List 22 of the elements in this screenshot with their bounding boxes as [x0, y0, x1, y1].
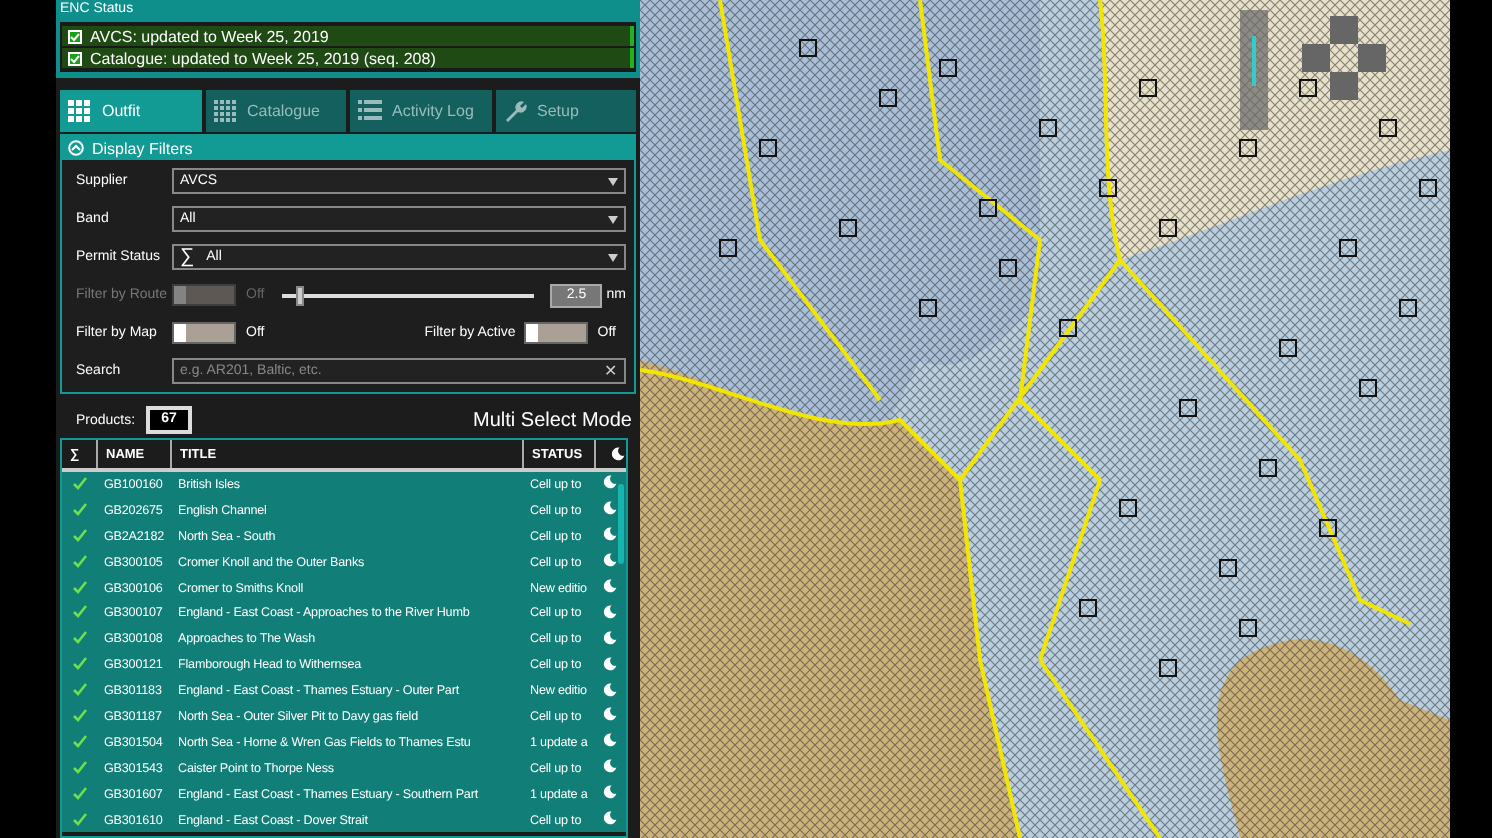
toggle-switch[interactable]: [172, 322, 236, 344]
caret-icon: [608, 215, 618, 223]
status-message: AVCS: updated to Week 25, 2019: [90, 27, 329, 45]
grid-icon: [68, 100, 92, 122]
checkbox[interactable]: [68, 51, 82, 65]
tab[interactable]: Setup: [495, 90, 636, 132]
tab[interactable]: Outfit: [60, 90, 201, 132]
caret-icon: [608, 177, 618, 185]
list-icon: [358, 100, 382, 122]
checkbox[interactable]: [68, 29, 82, 43]
status-message: Catalogue: updated to Week 25, 2019 (seq. 208): [90, 49, 436, 67]
dot-grid-icon: [213, 100, 237, 122]
tab[interactable]: Activity Log: [350, 90, 491, 132]
mode-label: Multi Select Mode: [473, 409, 632, 431]
wrench-icon: [503, 100, 527, 122]
caret-icon: [608, 253, 618, 261]
pan-control-icon[interactable]: [1240, 10, 1386, 130]
collapse-icon[interactable]: [68, 140, 84, 156]
clear-button[interactable]: ✕: [604, 362, 618, 380]
tab[interactable]: Catalogue: [205, 90, 346, 132]
toggle-switch[interactable]: [523, 322, 588, 344]
section-title: Display Filters: [92, 139, 193, 157]
